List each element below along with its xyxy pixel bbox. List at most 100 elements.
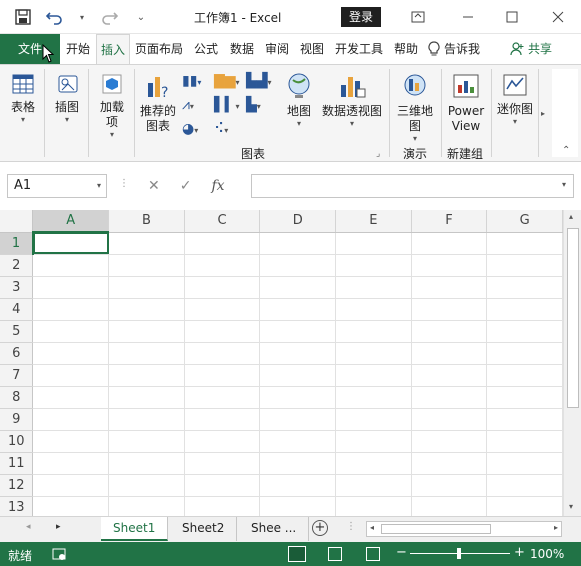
grid-cell[interactable]: [259, 276, 337, 299]
selected-cell[interactable]: [32, 232, 110, 255]
grid-cell[interactable]: [335, 232, 412, 255]
zoom-out-icon[interactable]: −: [396, 545, 407, 560]
worksheet-grid[interactable]: A B C D E F G 1 2 3 4 5 6 7 8 9 10 11 12 13: [0, 210, 563, 516]
share-button[interactable]: 共享: [510, 34, 560, 64]
grid-cell[interactable]: [335, 408, 412, 431]
grid-cell[interactable]: [32, 364, 110, 387]
grid-cell[interactable]: [486, 298, 563, 321]
normal-view-icon[interactable]: [288, 546, 306, 562]
grid-cell[interactable]: [32, 298, 110, 321]
grid-cell[interactable]: [259, 232, 337, 255]
column-header[interactable]: C: [184, 210, 261, 233]
grid-cell[interactable]: [184, 254, 261, 277]
grid-cell[interactable]: [486, 408, 563, 431]
line-chart-icon[interactable]: ⩘▾: [182, 97, 214, 113]
grid-cell[interactable]: [486, 254, 563, 277]
scroll-sheets-left-icon[interactable]: ◂: [26, 522, 31, 532]
cancel-icon[interactable]: ✕: [148, 178, 160, 194]
column-header[interactable]: F: [411, 210, 488, 233]
add-sheet-icon[interactable]: +: [312, 520, 328, 536]
grid-cell[interactable]: [259, 320, 337, 343]
grid-cell[interactable]: [259, 408, 337, 431]
grid-cell[interactable]: [184, 408, 261, 431]
tab-page-layout[interactable]: 页面布局: [132, 34, 186, 64]
horizontal-scrollbar[interactable]: ◂ ▸: [366, 521, 562, 537]
zoom-level[interactable]: 100%: [530, 547, 564, 561]
grid-cell[interactable]: [184, 474, 261, 497]
grid-cell[interactable]: [335, 320, 412, 343]
grid-cell[interactable]: [108, 430, 185, 453]
grid-cell[interactable]: [335, 364, 412, 387]
grid-cell[interactable]: [335, 452, 412, 475]
addins-button[interactable]: 加载项 ▾: [92, 71, 132, 140]
column-header[interactable]: E: [335, 210, 412, 233]
expand-formula-bar-icon[interactable]: ▾: [562, 180, 566, 189]
grid-cell[interactable]: [184, 364, 261, 387]
grid-cell[interactable]: [486, 232, 563, 255]
grid-cell[interactable]: [108, 474, 185, 497]
login-button[interactable]: 登录: [341, 7, 382, 27]
grid-cell[interactable]: [259, 298, 337, 321]
grid-cell[interactable]: [32, 320, 110, 343]
grid-cell[interactable]: [108, 342, 185, 365]
power-view-button[interactable]: Power View: [445, 71, 487, 134]
grid-cell[interactable]: [184, 320, 261, 343]
grid-cell[interactable]: [184, 386, 261, 409]
row-header[interactable]: 9: [0, 408, 34, 431]
scroll-up-icon[interactable]: ▴: [569, 212, 573, 221]
statistic-chart-icon[interactable]: ▌▍▾: [214, 97, 246, 113]
grid-cell[interactable]: [32, 430, 110, 453]
minimize-icon[interactable]: [460, 9, 476, 25]
grid-cell[interactable]: [411, 408, 488, 431]
grid-cell[interactable]: [32, 474, 110, 497]
grid-cell[interactable]: [335, 298, 412, 321]
column-header[interactable]: G: [486, 210, 563, 233]
undo-icon[interactable]: [46, 8, 64, 26]
grid-cell[interactable]: [335, 342, 412, 365]
grid-cell[interactable]: [486, 342, 563, 365]
scroll-down-icon[interactable]: ▾: [569, 502, 573, 511]
grid-cell[interactable]: [184, 496, 261, 516]
maximize-icon[interactable]: [504, 9, 520, 25]
grid-cell[interactable]: [411, 430, 488, 453]
tab-review[interactable]: 审阅: [261, 34, 293, 64]
hierarchy-chart-icon[interactable]: ▇▆▾: [214, 73, 246, 89]
grid-cell[interactable]: [32, 342, 110, 365]
enter-icon[interactable]: ✓: [180, 178, 192, 194]
grid-cell[interactable]: [184, 298, 261, 321]
row-header[interactable]: 1: [0, 232, 34, 255]
grid-cell[interactable]: [486, 430, 563, 453]
grid-cell[interactable]: [411, 276, 488, 299]
grid-cell[interactable]: [259, 496, 337, 516]
grid-cell[interactable]: [108, 386, 185, 409]
dialog-launcher-icon[interactable]: ⌟: [376, 149, 380, 159]
macro-record-icon[interactable]: [52, 547, 66, 564]
row-header[interactable]: 7: [0, 364, 34, 387]
vertical-scrollbar[interactable]: ▴ ▾: [563, 210, 581, 516]
grid-cell[interactable]: [32, 408, 110, 431]
pie-chart-icon[interactable]: ◕▾: [182, 121, 214, 137]
horizontal-scroll-thumb[interactable]: [381, 524, 491, 534]
grid-cell[interactable]: [184, 452, 261, 475]
grid-cell[interactable]: [32, 496, 110, 516]
grid-cell[interactable]: [108, 496, 185, 516]
undo-dropdown-icon[interactable]: ▾: [78, 8, 86, 26]
recommended-charts-button[interactable]: ? 推荐的图表: [138, 71, 178, 134]
grid-cell[interactable]: [32, 386, 110, 409]
grid-cell[interactable]: [259, 342, 337, 365]
grid-cell[interactable]: [335, 474, 412, 497]
scroll-right-icon[interactable]: ▸: [554, 523, 558, 532]
grid-cell[interactable]: [108, 320, 185, 343]
close-icon[interactable]: [550, 9, 566, 25]
page-layout-view-icon[interactable]: [328, 547, 342, 561]
scroll-left-icon[interactable]: ◂: [370, 523, 374, 532]
tab-view[interactable]: 视图: [295, 34, 329, 64]
row-header[interactable]: 6: [0, 342, 34, 365]
column-header[interactable]: A: [32, 210, 110, 233]
ribbon-display-options-icon[interactable]: [410, 9, 426, 25]
grid-cell[interactable]: [184, 232, 261, 255]
illustrations-button[interactable]: 插图 ▾: [50, 71, 84, 125]
name-box[interactable]: A1 ▾: [7, 174, 107, 198]
sparklines-button[interactable]: 迷你图 ▾: [495, 71, 535, 127]
customize-qat-icon[interactable]: ⌄: [132, 8, 150, 26]
